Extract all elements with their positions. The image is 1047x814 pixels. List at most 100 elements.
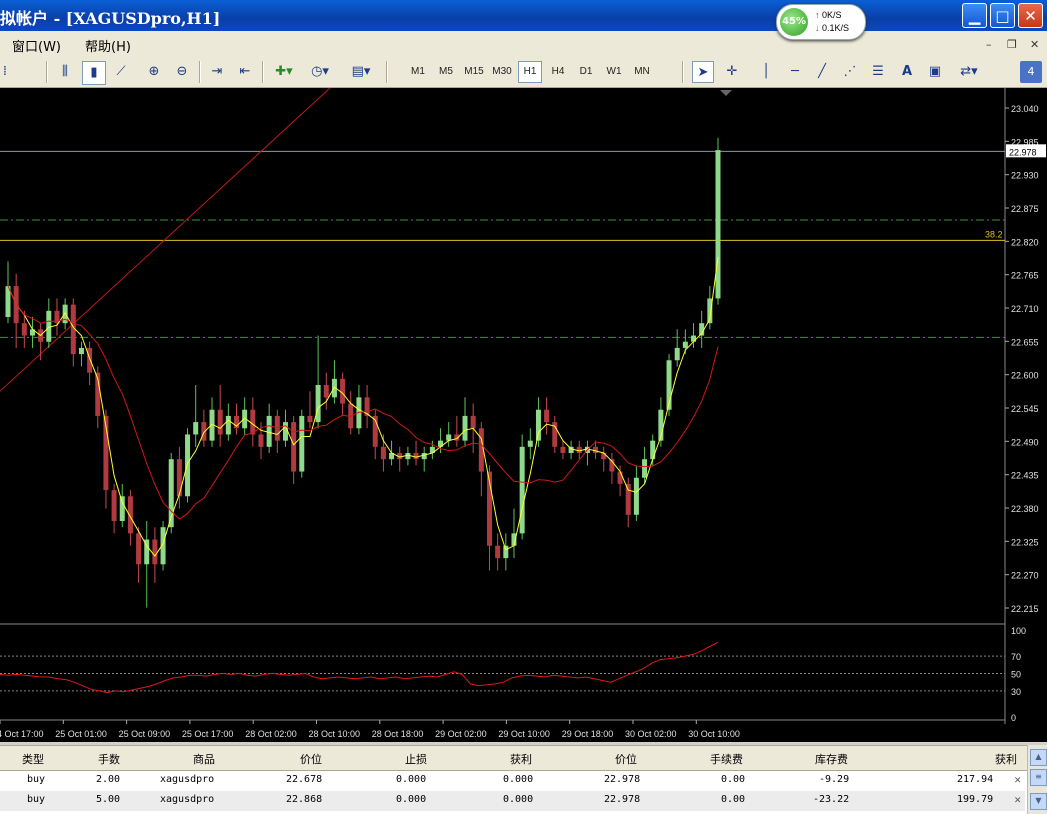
header-lots[interactable]: 手数: [98, 751, 120, 767]
timeframe-m30[interactable]: M30: [490, 61, 514, 83]
upload-arrow-icon: ↑: [815, 10, 820, 20]
candlestick-icon[interactable]: ▮: [82, 61, 106, 85]
mdi-minimize-button[interactable]: –: [986, 38, 992, 51]
header-type[interactable]: 类型: [22, 751, 44, 767]
fibonacci-fan-icon[interactable]: ⋰: [839, 61, 861, 83]
header-stop-loss[interactable]: 止损: [405, 751, 427, 767]
cell-stop-loss: 0.000: [396, 794, 427, 805]
indicators-icon[interactable]: ✚▾: [269, 61, 299, 83]
timeframe-m5[interactable]: M5: [434, 61, 458, 83]
mdi-close-button[interactable]: ✕: [1030, 38, 1039, 51]
cell-lots: 5.00: [96, 794, 121, 805]
y-axis-tick-label: 22.380: [1011, 504, 1039, 514]
cell-swap: -9.29: [819, 774, 850, 785]
text-label-icon[interactable]: A: [896, 61, 918, 83]
candle-body: [193, 422, 199, 435]
candle-body: [601, 453, 607, 460]
minimize-button[interactable]: ▁: [962, 3, 987, 28]
autoscroll-icon[interactable]: ⇥: [206, 61, 228, 83]
maximize-button[interactable]: □: [990, 3, 1015, 28]
toolbar-separator: [46, 61, 48, 83]
candle-body: [119, 496, 125, 521]
chart-window[interactable]: 23.040 22.985 22.930 22.875 22.820 22.765 22.7…: [0, 88, 1047, 742]
header-profit[interactable]: 获利: [995, 751, 1017, 767]
candle-body: [462, 415, 468, 441]
scroll-thumb[interactable]: ≡: [1030, 769, 1047, 786]
candle-body: [323, 385, 329, 398]
header-symbol[interactable]: 商品: [193, 751, 215, 767]
mdi-restore-button[interactable]: ❐: [1007, 38, 1017, 51]
trade-row[interactable]: buy 2.00 xagusdpro 22.678 0.000 0.000 22…: [0, 771, 1025, 791]
timeframe-mn[interactable]: MN: [630, 61, 654, 83]
candle-body: [470, 415, 476, 429]
cell-symbol: xagusdpro: [160, 794, 215, 805]
cell-open-price: 22.678: [286, 774, 323, 785]
zoom-in-icon[interactable]: ⊕: [143, 61, 165, 83]
arrows-icon[interactable]: ⇄▾: [952, 61, 986, 83]
templates-icon[interactable]: ▤▾: [344, 61, 378, 83]
panel-counter-badge[interactable]: 4: [1020, 61, 1042, 83]
terminal-scrollbar[interactable]: ▲ ≡ ▼: [1027, 745, 1047, 814]
candle-body: [593, 446, 599, 453]
menu-help[interactable]: 帮助(H): [85, 36, 131, 55]
periodicity-icon[interactable]: ◷▾: [305, 61, 335, 83]
current-price-label: 22.978: [1009, 147, 1037, 157]
timeframe-h4[interactable]: H4: [546, 61, 570, 83]
candle-body: [250, 409, 256, 435]
crosshair-icon[interactable]: ✛: [721, 61, 743, 83]
price-chart[interactable]: 23.04022.98522.93022.87522.82022.76522.7…: [0, 88, 1047, 742]
zoom-out-icon[interactable]: ⊖: [171, 61, 193, 83]
cell-swap: -23.22: [813, 794, 850, 805]
header-commission[interactable]: 手续费: [710, 751, 743, 767]
cursor-icon[interactable]: ➤: [692, 61, 714, 83]
trade-row[interactable]: buy 5.00 xagusdpro 22.868 0.000 0.000 22…: [0, 791, 1025, 811]
x-axis-tick-label: 29 Oct 10:00: [498, 729, 550, 739]
channel-icon[interactable]: ☰: [867, 61, 889, 83]
timeframe-w1[interactable]: W1: [602, 61, 626, 83]
line-chart-icon[interactable]: ⟋: [110, 61, 132, 83]
candle-body: [421, 453, 427, 460]
x-axis-tick-label: 30 Oct 02:00: [625, 729, 677, 739]
timeframe-h1[interactable]: H1: [518, 61, 542, 83]
horizontal-line-icon[interactable]: ─: [784, 61, 806, 83]
cell-take-profit: 0.000: [503, 794, 534, 805]
x-axis-tick-label: 29 Oct 02:00: [435, 729, 487, 739]
trendline-icon[interactable]: ╱: [811, 61, 833, 83]
candle-body: [495, 545, 501, 559]
x-axis-tick-label: 28 Oct 10:00: [309, 729, 361, 739]
candle-body: [78, 347, 84, 355]
cell-type: buy: [27, 794, 46, 805]
vertical-line-icon[interactable]: │: [755, 61, 777, 83]
candle-body: [87, 347, 93, 373]
header-current-price[interactable]: 价位: [615, 751, 637, 767]
candle-body: [291, 422, 297, 472]
scroll-up-icon[interactable]: ▲: [1030, 749, 1047, 766]
menu-window[interactable]: 窗口(W): [12, 36, 61, 55]
close-trade-icon[interactable]: ✕: [1014, 773, 1021, 786]
rsi-axis-label: 70: [1011, 652, 1021, 662]
y-axis-tick-label: 22.215: [1011, 604, 1039, 614]
candle-body: [682, 341, 688, 348]
text-box-icon[interactable]: ▣: [924, 61, 946, 83]
y-axis-tick-label: 22.490: [1011, 437, 1039, 447]
header-open-price[interactable]: 价位: [300, 751, 322, 767]
cell-profit: 217.94: [957, 774, 994, 785]
header-swap[interactable]: 库存费: [815, 751, 848, 767]
y-axis-tick-label: 22.600: [1011, 371, 1039, 381]
window-title: 拟帐户 - [XAGUSDpro,H1]: [0, 9, 221, 28]
candle-body: [217, 409, 223, 435]
bar-chart-icon[interactable]: ⫼: [54, 61, 76, 83]
timeframe-d1[interactable]: D1: [574, 61, 598, 83]
timeframe-m1[interactable]: M1: [406, 61, 430, 83]
close-trade-icon[interactable]: ✕: [1014, 793, 1021, 806]
candle-body: [503, 545, 509, 559]
scroll-down-icon[interactable]: ▼: [1030, 793, 1047, 810]
candle-body: [340, 378, 346, 404]
close-button[interactable]: ✕: [1018, 3, 1043, 28]
download-rate: ↓ 0.1K/S: [815, 23, 849, 33]
header-take-profit[interactable]: 获利: [510, 751, 532, 767]
chart-shift-icon[interactable]: ⇤: [234, 61, 256, 83]
network-load-gauge: 45%: [780, 8, 808, 36]
timeframe-m15[interactable]: M15: [462, 61, 486, 83]
candle-body: [315, 385, 321, 423]
